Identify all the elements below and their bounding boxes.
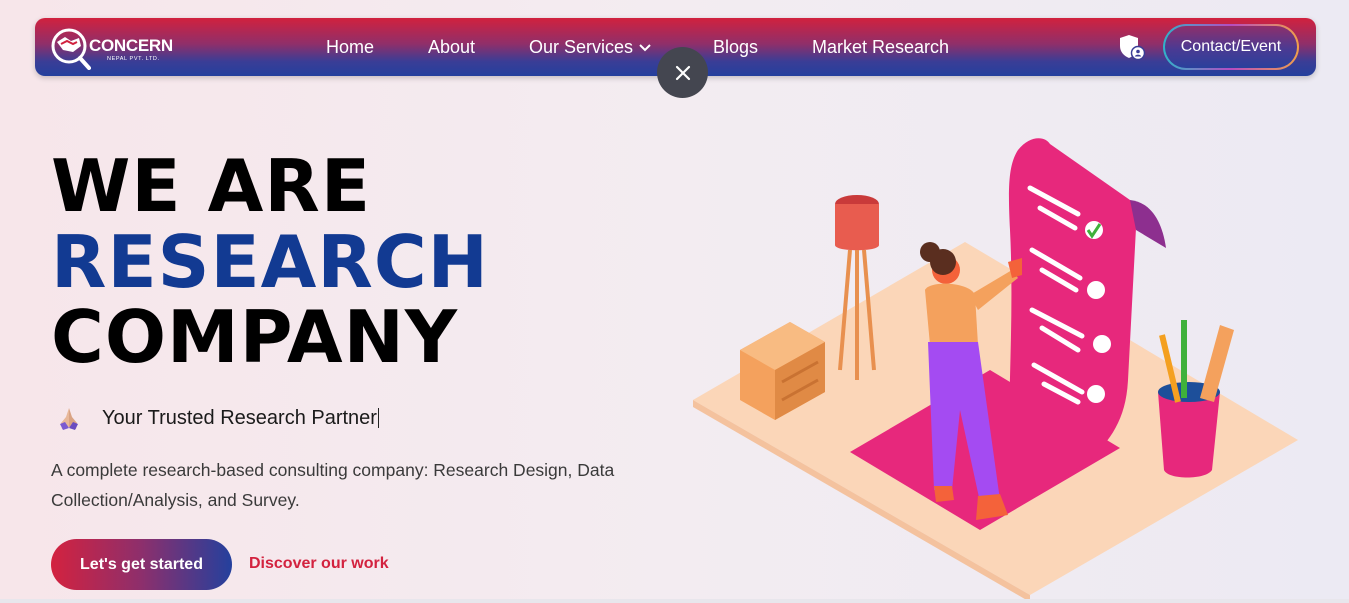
praying-hands-icon (60, 408, 78, 430)
hero-tagline-text: Your Trusted Research Partner (102, 406, 377, 429)
hero-heading-line2: RESEARCH (51, 220, 489, 304)
chevron-down-icon (639, 44, 651, 52)
brand-logo[interactable]: CONCERN NEPAL PVT. LTD. (51, 26, 191, 70)
nav-our-services[interactable]: Our Services (529, 37, 651, 58)
bottom-divider (0, 599, 1349, 603)
nav-our-services-label: Our Services (529, 37, 634, 57)
hero-heading-line3: COMPANY (51, 295, 458, 379)
typing-cursor (377, 408, 379, 428)
nav-home[interactable]: Home (326, 37, 374, 58)
discover-work-link[interactable]: Discover our work (249, 555, 389, 573)
shield-user-icon[interactable] (1118, 33, 1146, 61)
close-icon (675, 65, 690, 80)
brand-subtitle: NEPAL PVT. LTD. (107, 56, 160, 62)
close-button[interactable] (657, 47, 708, 98)
nav-blogs[interactable]: Blogs (713, 37, 758, 58)
brand-name: CONCERN (89, 36, 173, 55)
hero-heading-line1: WE ARE (51, 144, 372, 228)
hero-tagline: Your Trusted Research Partner (56, 405, 379, 431)
nav-about[interactable]: About (428, 37, 475, 58)
get-started-button[interactable]: Let's get started (51, 539, 232, 590)
hero-description: A complete research-based consulting com… (51, 460, 615, 510)
nav-market-research[interactable]: Market Research (812, 37, 949, 58)
contact-event-label: Contact/Event (1165, 26, 1297, 68)
research-illustration (693, 138, 1298, 600)
contact-event-button[interactable]: Contact/Event (1163, 24, 1299, 70)
magnifier-logo-icon (51, 28, 91, 70)
